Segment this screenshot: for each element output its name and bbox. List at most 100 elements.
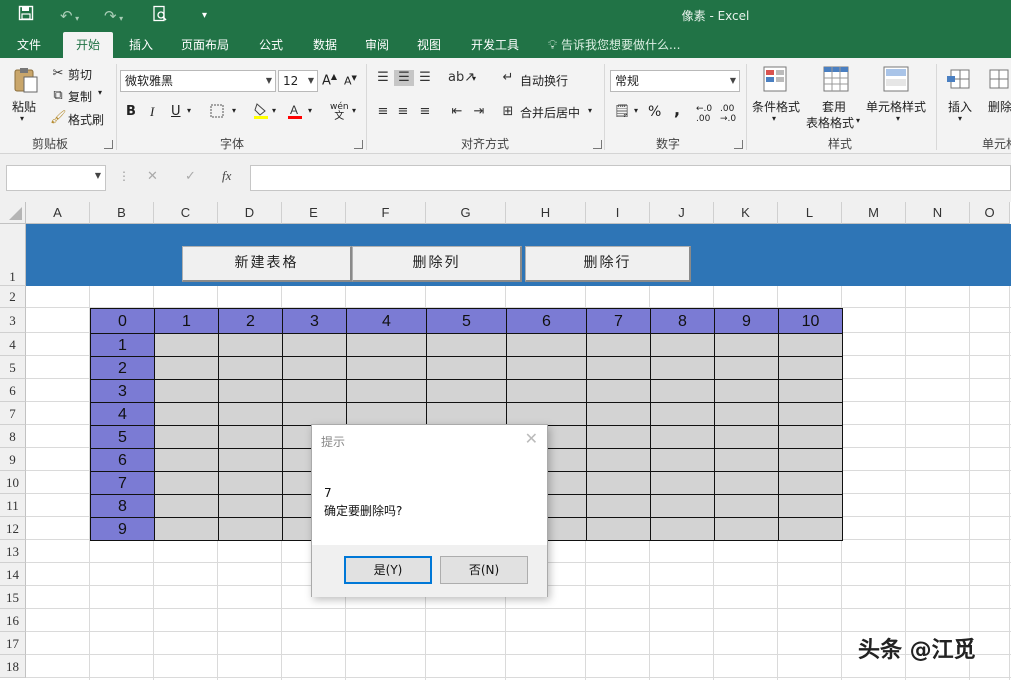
conditional-format-button[interactable]: 条件格式 [752, 98, 800, 115]
table-cell[interactable] [347, 403, 427, 426]
column-header[interactable]: M [842, 202, 906, 224]
column-header[interactable]: A [26, 202, 90, 224]
table-cell[interactable] [715, 403, 779, 426]
table-cell[interactable] [427, 357, 507, 380]
table-row-label[interactable]: 4 [91, 403, 155, 426]
copy-button[interactable]: 复制 [68, 88, 92, 105]
accounting-dropdown-icon[interactable]: ▾ [634, 106, 638, 115]
table-cell[interactable] [155, 472, 219, 495]
table-cell[interactable] [507, 357, 587, 380]
underline-button[interactable]: U [171, 104, 181, 119]
fill-color-dropdown-icon[interactable]: ▾ [272, 106, 276, 115]
table-row-label[interactable]: 6 [91, 449, 155, 472]
align-top-icon[interactable]: ☰ [374, 70, 392, 86]
borders-dropdown-icon[interactable]: ▾ [232, 106, 236, 115]
row-header[interactable]: 11 [0, 494, 26, 517]
paste-button[interactable]: 粘贴 [12, 98, 36, 115]
name-box[interactable]: ▼ [6, 165, 106, 191]
table-cell[interactable] [155, 495, 219, 518]
column-header[interactable]: C [154, 202, 218, 224]
table-cell[interactable] [507, 380, 587, 403]
increase-indent-icon[interactable]: ⇥ [470, 104, 488, 120]
table-header-cell[interactable]: 7 [587, 309, 651, 334]
tab-page-layout[interactable]: 页面布局 [172, 32, 238, 58]
table-cell[interactable] [715, 495, 779, 518]
font-color-dropdown-icon[interactable]: ▾ [308, 106, 312, 115]
insert-dropdown-icon[interactable]: ▾ [958, 114, 962, 123]
new-table-button[interactable]: 新建表格 [182, 246, 352, 282]
conditional-format-dropdown-icon[interactable]: ▾ [772, 114, 776, 123]
clipboard-launcher-icon[interactable] [104, 140, 113, 149]
tab-file[interactable]: 文件 [6, 32, 52, 58]
row-header[interactable]: 12 [0, 517, 26, 540]
orientation-icon[interactable]: ab↗ [448, 70, 475, 86]
alignment-launcher-icon[interactable] [593, 140, 602, 149]
underline-dropdown-icon[interactable]: ▾ [187, 106, 191, 115]
table-cell[interactable] [347, 380, 427, 403]
table-cell[interactable] [779, 518, 843, 541]
format-as-table-label-1[interactable]: 套用 [822, 98, 846, 115]
table-cell[interactable] [651, 334, 715, 357]
decrease-decimal-icon[interactable]: .00 →.0 [720, 104, 736, 124]
row-header[interactable]: 3 [0, 308, 26, 333]
tell-me-box[interactable]: 💡︎ 告诉我您想要做什么... [548, 32, 680, 58]
table-cell[interactable] [219, 449, 283, 472]
table-cell[interactable] [587, 380, 651, 403]
table-cell[interactable] [283, 380, 347, 403]
table-cell[interactable] [651, 426, 715, 449]
row-header[interactable]: 2 [0, 286, 26, 308]
table-cell[interactable] [283, 403, 347, 426]
column-header[interactable]: G [426, 202, 506, 224]
table-cell[interactable] [651, 357, 715, 380]
table-cell[interactable] [779, 357, 843, 380]
chevron-down-icon[interactable]: ▼ [95, 171, 101, 180]
table-cell[interactable] [587, 357, 651, 380]
row-header[interactable]: 10 [0, 471, 26, 494]
table-cell[interactable] [587, 426, 651, 449]
table-cell[interactable] [219, 495, 283, 518]
tab-view[interactable]: 视图 [406, 32, 452, 58]
table-header-cell[interactable]: 3 [283, 309, 347, 334]
insert-cells-button[interactable]: 插入 [948, 98, 972, 115]
borders-icon[interactable] [208, 104, 226, 123]
table-cell[interactable] [779, 495, 843, 518]
row-header[interactable]: 7 [0, 402, 26, 425]
table-header-cell[interactable]: 0 [91, 309, 155, 334]
table-cell[interactable] [779, 403, 843, 426]
table-cell[interactable] [651, 449, 715, 472]
table-cell[interactable] [651, 495, 715, 518]
table-cell[interactable] [715, 472, 779, 495]
table-cell[interactable] [587, 518, 651, 541]
table-cell[interactable] [715, 380, 779, 403]
column-header[interactable]: O [970, 202, 1010, 224]
no-button[interactable]: 否(N) [440, 556, 528, 584]
table-cell[interactable] [427, 334, 507, 357]
row-header[interactable]: 18 [0, 655, 26, 678]
column-header[interactable]: E [282, 202, 346, 224]
table-cell[interactable] [587, 495, 651, 518]
delete-column-button[interactable]: 删除列 [352, 246, 522, 282]
row-header[interactable]: 5 [0, 356, 26, 379]
grow-font-button[interactable]: A▲ [322, 72, 337, 88]
tab-insert[interactable]: 插入 [118, 32, 164, 58]
row-header[interactable]: 8 [0, 425, 26, 448]
align-bottom-icon[interactable]: ☰ [416, 70, 434, 86]
table-row-label[interactable]: 9 [91, 518, 155, 541]
column-header[interactable]: J [650, 202, 714, 224]
table-cell[interactable] [427, 380, 507, 403]
table-cell[interactable] [155, 380, 219, 403]
merge-center-button[interactable]: 合并后居中 [520, 104, 580, 121]
align-center-icon[interactable]: ≡ [394, 104, 412, 120]
insert-function-icon[interactable]: fx [222, 168, 231, 184]
table-row-label[interactable]: 7 [91, 472, 155, 495]
table-cell[interactable] [219, 472, 283, 495]
cancel-icon[interactable]: ✕ [147, 169, 158, 184]
table-cell[interactable] [715, 357, 779, 380]
table-row-label[interactable]: 8 [91, 495, 155, 518]
tab-review[interactable]: 审阅 [354, 32, 400, 58]
table-cell[interactable] [651, 518, 715, 541]
format-as-table-dropdown-icon[interactable]: ▾ [856, 116, 860, 125]
table-cell[interactable] [715, 334, 779, 357]
table-cell[interactable] [587, 334, 651, 357]
table-cell[interactable] [219, 380, 283, 403]
